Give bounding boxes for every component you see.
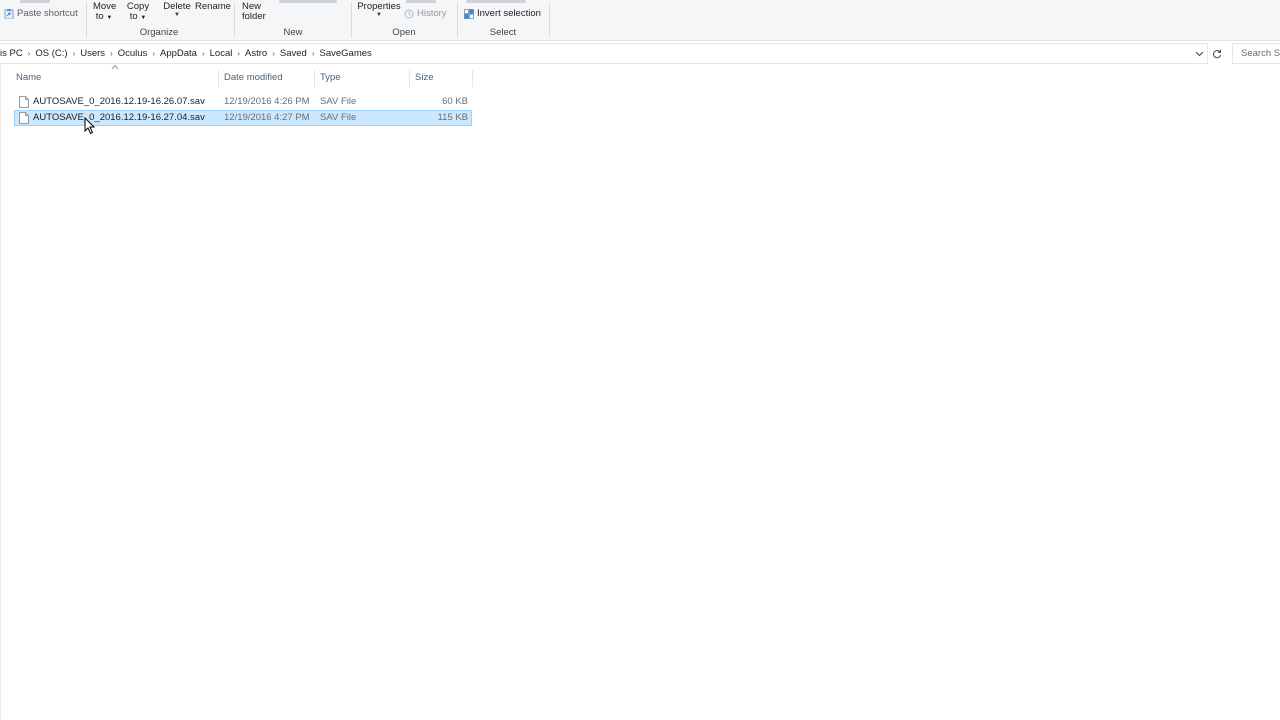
ribbon-group-label-organize: Organize bbox=[139, 27, 179, 38]
ribbon-cutoff-copy-path bbox=[20, 0, 50, 3]
ribbon: Paste shortcut Move to ▼ Copy to ▼ Delet… bbox=[0, 0, 1280, 41]
column-header-date-modified[interactable]: Date modified bbox=[224, 69, 283, 87]
breadcrumb-item[interactable]: Users bbox=[76, 48, 109, 59]
ribbon-group-organize: Move to ▼ Copy to ▼ Delete ▼ Rename Orga… bbox=[87, 0, 231, 41]
column-divider[interactable] bbox=[409, 70, 410, 87]
copy-to-label-2: to ▼ bbox=[126, 12, 150, 23]
file-row[interactable]: AUTOSAVE_0_2016.12.19-16.27.04.sav 12/19… bbox=[14, 110, 472, 126]
file-date-modified: 12/19/2016 4:27 PM bbox=[224, 112, 310, 123]
move-to-label-2-text: to bbox=[95, 11, 104, 22]
file-name: AUTOSAVE_0_2016.12.19-16.27.04.sav bbox=[33, 112, 205, 123]
rename-button[interactable]: Rename bbox=[195, 2, 231, 12]
ribbon-cutoff-edit bbox=[406, 0, 436, 3]
ribbon-group-label-select: Select bbox=[489, 27, 517, 38]
history-button[interactable]: History bbox=[404, 8, 447, 20]
breadcrumb-item[interactable]: OS (C:) bbox=[31, 48, 71, 59]
refresh-button[interactable] bbox=[1209, 46, 1224, 61]
ribbon-group-label-open: Open bbox=[392, 27, 416, 38]
paste-shortcut-label: Paste shortcut bbox=[17, 8, 78, 19]
breadcrumb-item[interactable]: AppData bbox=[156, 48, 201, 59]
invert-selection-icon bbox=[464, 9, 474, 19]
column-divider[interactable] bbox=[218, 70, 219, 87]
ribbon-cutoff-easy-access bbox=[279, 0, 337, 3]
chevron-down-icon: ▼ bbox=[106, 15, 113, 21]
column-headers: Name Date modified Type Size bbox=[0, 69, 480, 87]
refresh-icon bbox=[1212, 49, 1221, 58]
file-icon bbox=[19, 96, 29, 108]
delete-label: Delete bbox=[163, 1, 191, 12]
ribbon-separator bbox=[549, 2, 550, 38]
address-bar: is PC › OS (C:) › Users › Oculus › AppData › Local… bbox=[0, 43, 1280, 64]
breadcrumb-item[interactable]: SaveGames bbox=[316, 48, 376, 59]
ribbon-group-label-new: New bbox=[283, 27, 303, 38]
copy-to-label-2-text: to bbox=[129, 11, 138, 22]
file-type: SAV File bbox=[320, 96, 357, 107]
breadcrumb[interactable]: is PC › OS (C:) › Users › Oculus › AppData › Local… bbox=[0, 43, 1208, 64]
column-divider[interactable] bbox=[314, 70, 315, 87]
column-header-size[interactable]: Size bbox=[415, 69, 433, 87]
breadcrumb-item[interactable]: Saved bbox=[276, 48, 311, 59]
file-date-modified: 12/19/2016 4:26 PM bbox=[224, 96, 310, 107]
breadcrumb-item[interactable]: is PC bbox=[0, 48, 27, 59]
chevron-down-icon: ▼ bbox=[376, 12, 382, 18]
invert-selection-button[interactable]: Invert selection bbox=[464, 8, 541, 20]
chevron-down-icon bbox=[1195, 51, 1203, 57]
breadcrumb-item[interactable]: Oculus bbox=[114, 48, 152, 59]
chevron-down-icon: ▼ bbox=[140, 15, 147, 21]
history-icon bbox=[404, 9, 414, 19]
mouse-cursor-icon bbox=[84, 117, 96, 135]
ribbon-group-new: New folder New bbox=[235, 0, 351, 41]
paste-shortcut-icon bbox=[4, 9, 14, 19]
breadcrumb-item[interactable]: Local bbox=[206, 48, 237, 59]
properties-button[interactable]: Properties ▼ bbox=[356, 1, 402, 19]
navigation-pane-edge bbox=[0, 64, 1, 720]
ribbon-group-open: Properties ▼ History Open bbox=[352, 0, 456, 41]
column-divider[interactable] bbox=[472, 70, 473, 87]
file-type: SAV File bbox=[320, 112, 357, 123]
address-history-dropdown[interactable] bbox=[1192, 47, 1206, 61]
file-icon bbox=[19, 112, 29, 124]
properties-label: Properties bbox=[357, 1, 401, 12]
new-folder-label-2: folder bbox=[242, 11, 266, 22]
history-label: History bbox=[417, 8, 447, 19]
ribbon-cutoff-select-none bbox=[466, 0, 526, 3]
file-size: 115 KB bbox=[437, 112, 468, 123]
file-row[interactable]: AUTOSAVE_0_2016.12.19-16.26.07.sav 12/19… bbox=[14, 94, 472, 110]
invert-selection-label: Invert selection bbox=[477, 8, 541, 19]
column-header-name[interactable]: Name bbox=[16, 69, 41, 87]
paste-shortcut-button[interactable]: Paste shortcut bbox=[4, 8, 78, 20]
delete-button[interactable]: Delete ▼ bbox=[163, 1, 191, 19]
search-input[interactable]: Search Sa bbox=[1232, 43, 1280, 64]
column-header-type[interactable]: Type bbox=[320, 69, 341, 87]
move-to-button[interactable]: Move to ▼ bbox=[93, 2, 116, 23]
new-folder-button[interactable]: New folder bbox=[242, 2, 272, 22]
file-size: 60 KB bbox=[442, 96, 468, 107]
copy-to-button[interactable]: Copy to ▼ bbox=[126, 2, 150, 23]
chevron-down-icon: ▼ bbox=[174, 12, 180, 18]
breadcrumb-item[interactable]: Astro bbox=[241, 48, 271, 59]
ribbon-group-select: Invert selection Select bbox=[458, 0, 548, 41]
file-name: AUTOSAVE_0_2016.12.19-16.26.07.sav bbox=[33, 96, 205, 107]
rename-label: Rename bbox=[195, 1, 231, 12]
search-placeholder: Search Sa bbox=[1241, 48, 1280, 59]
move-to-label-2: to ▼ bbox=[93, 12, 115, 23]
